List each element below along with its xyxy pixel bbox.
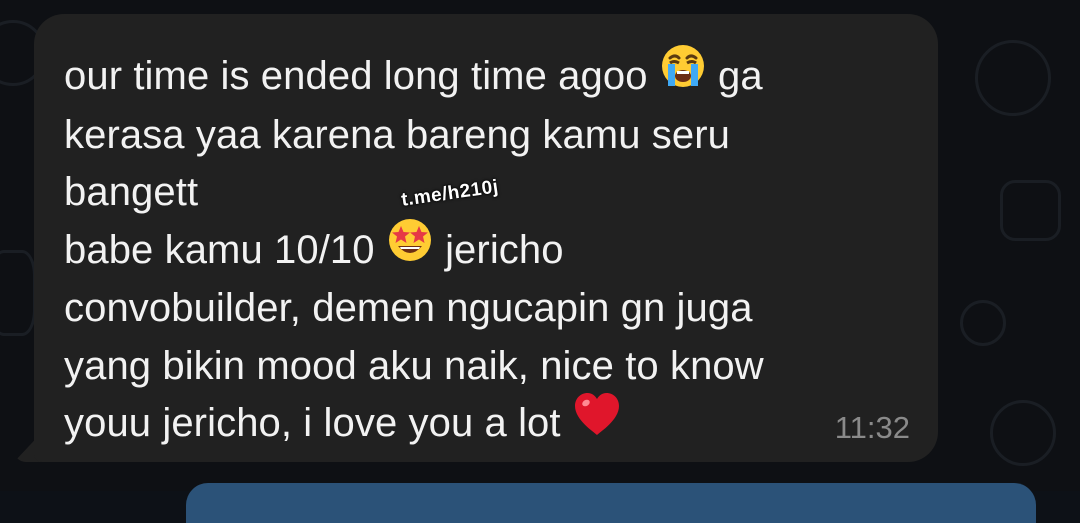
message-line: babe kamu 10/10 jericho (64, 218, 914, 281)
message-line: youu jericho, i love you a lot (64, 392, 914, 453)
loudly-crying-face-icon (659, 42, 707, 107)
message-line: yang bikin mood aku naik, nice to know (64, 343, 764, 388)
background-doodle (975, 40, 1051, 116)
background-doodle (990, 400, 1056, 466)
message-line: convobuilder, demen ngucapin gn juga (64, 286, 753, 331)
background-doodle (960, 300, 1006, 346)
star-struck-icon (386, 216, 434, 281)
message-line: our time is ended long time agoo ga (64, 45, 914, 107)
message-text: our time is ended long time agoo ga kera… (64, 45, 914, 453)
red-heart-icon (572, 391, 622, 454)
message-line: kerasa yaa karena bareng kamu seru (64, 112, 730, 157)
outgoing-message-bubble[interactable] (186, 483, 1036, 523)
background-doodle (0, 250, 36, 336)
background-doodle (1000, 180, 1061, 241)
message-timestamp: 11:32 (834, 410, 910, 445)
